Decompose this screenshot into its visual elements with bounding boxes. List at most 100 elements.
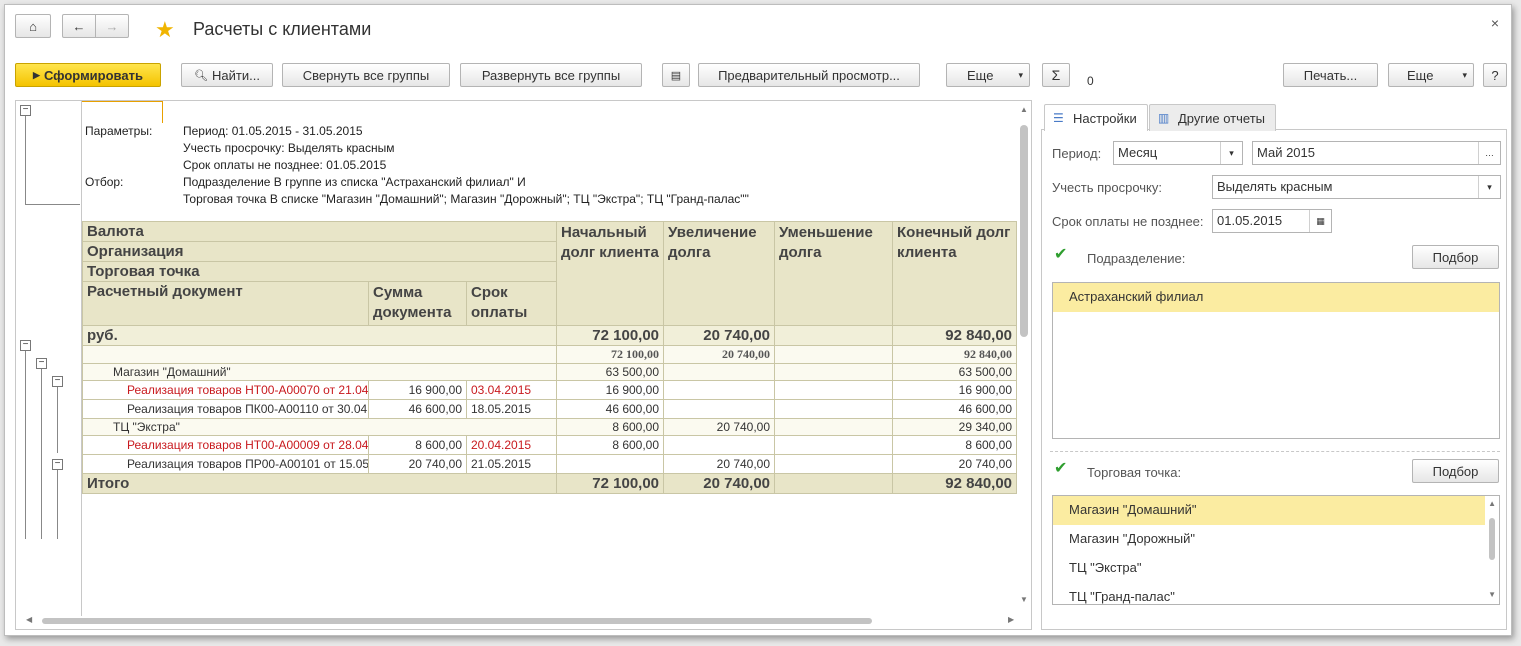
ellipsis-icon[interactable]: … [1478,142,1500,164]
document-link[interactable]: Реализация товаров НТ00-А00009 от 28.04.… [82,435,369,455]
header-point: Торговая точка [81,261,558,282]
calendar-icon[interactable]: ▦ [1309,210,1331,232]
collapse-organization-toggle[interactable]: − [36,358,47,369]
tree-line [57,470,58,539]
params-label: Параметры: [85,124,153,138]
print-button[interactable]: Печать... [1283,63,1378,87]
param-filter-1: Подразделение В группе из списка "Астрах… [183,175,526,189]
header-due-date: Срок оплаты [465,281,558,326]
collapse-group-toggle[interactable]: − [52,376,63,387]
scroll-down-icon[interactable]: ▼ [1020,595,1028,604]
document-link[interactable]: Реализация товаров ПР00-А00101 от 15.05.… [82,454,369,474]
tree-line [57,387,58,453]
divider [1050,451,1500,452]
document-row[interactable]: Реализация товаров НТ00-А00070 от 21.04.… [82,380,1018,400]
header-organization: Организация [81,241,558,262]
group-row[interactable]: Магазин "Домашний" 63 500,00 63 500,00 [81,363,1018,381]
forward-button[interactable]: → [95,14,129,38]
point-pick-button[interactable]: Подбор [1412,459,1499,483]
point-label: Торговая точка: [1087,465,1182,480]
list-item[interactable]: Магазин "Дорожный" [1053,525,1499,554]
cell-inc: 20 740,00 [663,418,776,436]
division-pick-button[interactable]: Подбор [1412,245,1499,269]
division-label: Подразделение: [1087,251,1186,266]
collapse-currency-toggle[interactable]: − [20,340,31,351]
division-checkbox[interactable]: ✔ [1054,244,1067,264]
list-item[interactable]: Астраханский филиал [1053,283,1499,312]
header-start-debt: Начальный долг клиента [556,221,665,326]
header-document: Расчетный документ [82,281,369,326]
due-date-field[interactable]: 01.05.2015 ▦ [1212,209,1332,233]
preview-button[interactable]: Предварительный просмотр... [698,63,920,87]
document-row[interactable]: Реализация товаров ПР00-А00101 от 15.05.… [82,454,1018,474]
header-decrease: Уменьшение долга [774,221,894,326]
close-icon[interactable]: × [1491,15,1499,31]
generate-button[interactable]: ▶ Сформировать [15,63,161,87]
chevron-down-icon[interactable]: ▾ [1478,176,1500,198]
organization-row[interactable]: 72 100,00 20 740,00 92 840,00 [81,345,1018,364]
overdue-select[interactable]: Выделять красным ▾ [1212,175,1501,199]
more-button-report[interactable]: Еще ▾ [946,63,1030,87]
cell-end: 29 340,00 [892,418,1018,436]
chevron-down-icon[interactable]: ▾ [1220,142,1242,164]
point-checkbox[interactable]: ✔ [1054,458,1067,478]
scroll-left-icon[interactable]: ◀ [26,615,32,624]
document-link[interactable]: Реализация товаров НТ00-А00070 от 21.04.… [82,380,369,400]
scroll-thumb[interactable] [1489,518,1495,560]
vertical-scrollbar[interactable]: ▲ ▼ [1019,105,1029,605]
find-button[interactable]: 🔍︎ Найти... [181,63,273,87]
home-button[interactable]: ⌂ [15,14,51,38]
currency-row[interactable]: руб. 72 100,00 20 740,00 92 840,00 [81,325,1018,346]
header-end-debt: Конечный долг клиента [892,221,1018,326]
period-label: Период: [1052,146,1102,161]
tab-settings[interactable]: ☰ Настройки [1044,104,1148,131]
scroll-down-icon[interactable]: ▼ [1488,590,1496,599]
cell-inc [663,399,776,419]
horizontal-scrollbar[interactable]: ◀ ▶ [26,615,1016,625]
cell-doc-sum: 8 600,00 [368,435,467,455]
list-item[interactable]: ТЦ "Экстра" [1053,554,1499,583]
scroll-right-icon[interactable]: ▶ [1008,615,1014,624]
collapse-all-button[interactable]: Свернуть все группы [282,63,450,87]
cell-dec [774,418,894,436]
tab-other-reports[interactable]: ▥ Другие отчеты [1149,104,1277,131]
division-list[interactable]: Астраханский филиал [1052,282,1500,439]
period-value-field[interactable]: Май 2015 … [1252,141,1501,165]
report-area[interactable]: − Параметры: Период: 01.05.2015 - 31.05.… [15,100,1032,630]
cell-end: 16 900,00 [892,380,1018,400]
cell-doc-sum: 46 600,00 [368,399,467,419]
due-label: Срок оплаты не позднее: [1052,214,1204,229]
cell-start [556,454,665,474]
scroll-up-icon[interactable]: ▲ [1488,499,1496,508]
sum-button[interactable]: Σ [1042,63,1070,87]
collapse-group-toggle[interactable]: − [52,459,63,470]
list-item[interactable]: ТЦ "Гранд-палас" [1053,583,1499,604]
more-button-settings[interactable]: Еще ▾ [1388,63,1474,87]
period-type-select[interactable]: Месяц ▾ [1113,141,1243,165]
tree-line [41,369,42,539]
document-row[interactable]: Реализация товаров НТ00-А00009 от 28.04.… [82,435,1018,455]
expand-all-button[interactable]: Развернуть все группы [460,63,642,87]
back-button[interactable]: ← [62,14,96,38]
scroll-thumb[interactable] [42,618,872,624]
point-list[interactable]: Магазин "Домашний" Магазин "Дорожный" ТЦ… [1052,495,1500,605]
report-window: ⌂ ← → ★ Расчеты с клиентами × ▶ Сформиро… [4,4,1512,636]
print-icon-button[interactable]: ▤ [662,63,690,87]
cell-doc-sum: 16 900,00 [368,380,467,400]
grand-total-row: Итого 72 100,00 20 740,00 92 840,00 [81,473,1018,494]
favorite-star-icon[interactable]: ★ [155,17,175,43]
document-link[interactable]: Реализация товаров ПК00-А00110 от 30.04.… [82,399,369,419]
header-increase: Увеличение долга [663,221,776,326]
cell-inc: 20 740,00 [663,473,776,494]
arrow-left-icon: ← [72,18,86,34]
param-filter-2: Торговая точка В списке "Магазин "Домашн… [183,192,749,206]
document-row[interactable]: Реализация товаров ПК00-А00110 от 30.04.… [82,399,1018,419]
collapse-params-toggle[interactable]: − [20,105,31,116]
sum-value: 0 [1087,74,1094,88]
group-row[interactable]: ТЦ "Экстра" 8 600,00 20 740,00 29 340,00 [81,418,1018,436]
help-button[interactable]: ? [1483,63,1507,87]
list-item[interactable]: Магазин "Домашний" [1053,496,1485,525]
scroll-up-icon[interactable]: ▲ [1020,105,1028,114]
scroll-thumb[interactable] [1020,125,1028,337]
settings-list-icon: ☰ [1053,111,1064,125]
